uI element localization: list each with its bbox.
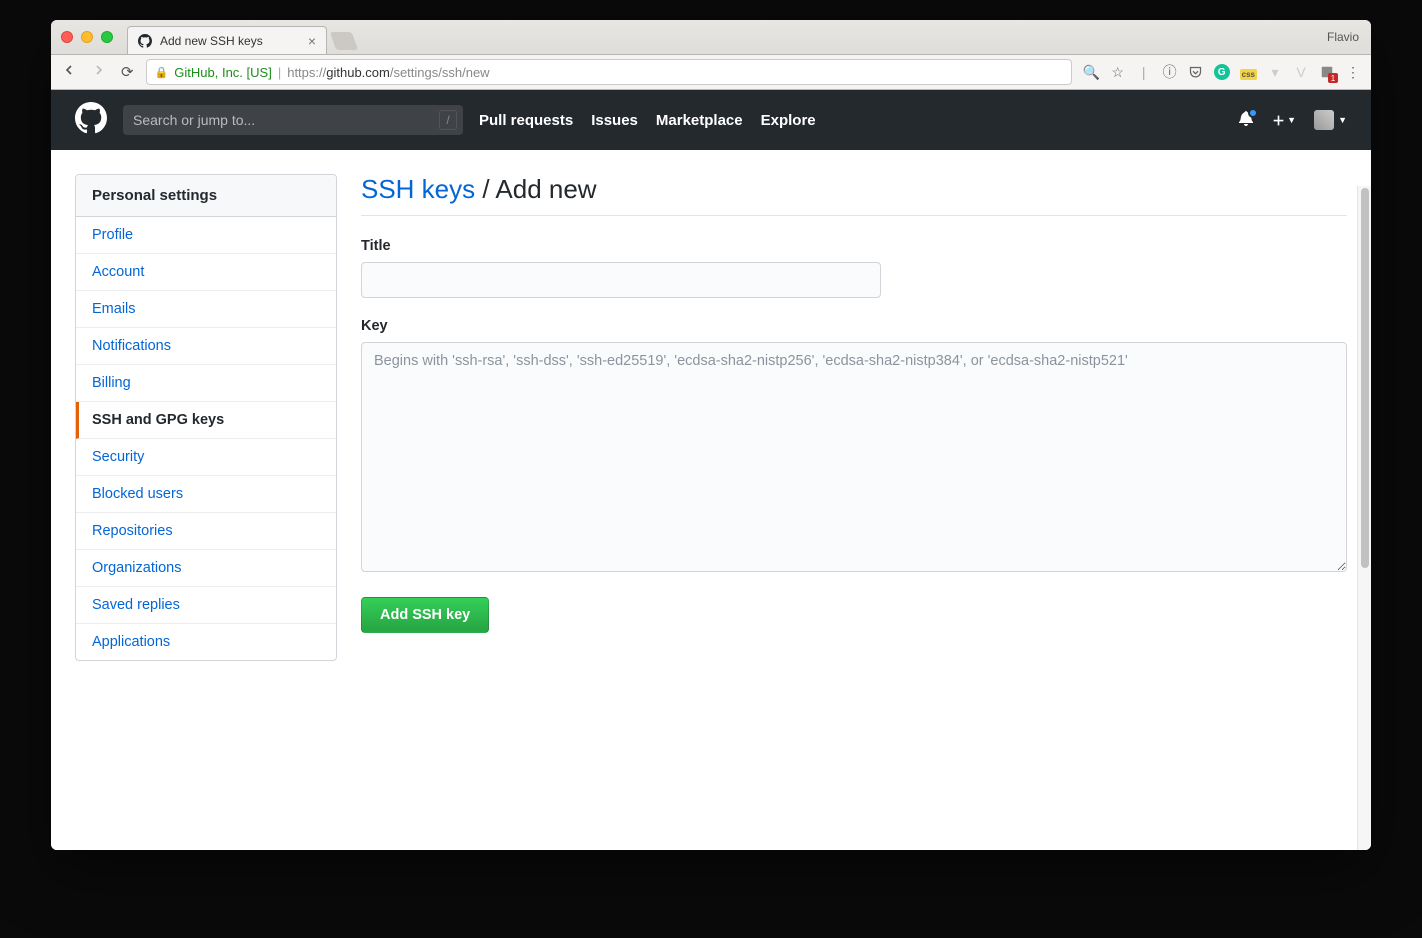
url-organization: GitHub, Inc. [US] bbox=[174, 65, 272, 80]
user-avatar-menu[interactable]: ▼ bbox=[1314, 110, 1347, 130]
add-ssh-key-button[interactable]: Add SSH key bbox=[361, 597, 489, 633]
breadcrumb-separator: / bbox=[475, 174, 495, 204]
scrollbar-thumb[interactable] bbox=[1361, 188, 1369, 568]
sidebar-item-account[interactable]: Account bbox=[76, 254, 336, 291]
nav-marketplace[interactable]: Marketplace bbox=[656, 112, 743, 129]
browser-menu-icon[interactable]: ⋮ bbox=[1345, 64, 1361, 80]
breadcrumb-current: Add new bbox=[495, 174, 596, 204]
sidebar-item-security[interactable]: Security bbox=[76, 439, 336, 476]
tab-title: Add new SSH keys bbox=[160, 34, 263, 48]
create-new-dropdown[interactable]: ▼ bbox=[1272, 114, 1296, 127]
sidebar-item-organizations[interactable]: Organizations bbox=[76, 550, 336, 587]
window-traffic-lights bbox=[61, 31, 113, 43]
nav-explore[interactable]: Explore bbox=[761, 112, 816, 129]
title-label: Title bbox=[361, 238, 1347, 254]
vue-extension-icon[interactable]: V bbox=[1293, 64, 1309, 80]
github-logo[interactable] bbox=[75, 102, 107, 139]
sidebar-item-profile[interactable]: Profile bbox=[76, 217, 336, 254]
sidebar-item-emails[interactable]: Emails bbox=[76, 291, 336, 328]
global-search-input[interactable]: Search or jump to... / bbox=[123, 105, 463, 135]
sidebar-item-saved-replies[interactable]: Saved replies bbox=[76, 587, 336, 624]
search-shortcut-hint: / bbox=[439, 110, 457, 130]
notifications-bell-icon[interactable] bbox=[1238, 110, 1254, 131]
sidebar-heading: Personal settings bbox=[76, 175, 336, 217]
grammarly-icon[interactable]: G bbox=[1214, 64, 1230, 80]
github-favicon bbox=[138, 34, 152, 48]
sidebar-item-blocked-users[interactable]: Blocked users bbox=[76, 476, 336, 513]
github-header: Search or jump to... / Pull requests Iss… bbox=[51, 90, 1371, 150]
extension-icon[interactable]: ▾ bbox=[1267, 64, 1283, 80]
notification-dot bbox=[1248, 108, 1258, 118]
breadcrumb-ssh-keys-link[interactable]: SSH keys bbox=[361, 174, 475, 204]
tab-close-icon[interactable]: × bbox=[308, 33, 316, 49]
key-textarea[interactable] bbox=[361, 342, 1347, 572]
window-minimize-button[interactable] bbox=[81, 31, 93, 43]
window-zoom-button[interactable] bbox=[101, 31, 113, 43]
settings-sidebar: Personal settings Profile Account Emails… bbox=[75, 174, 337, 661]
key-label: Key bbox=[361, 318, 1347, 334]
lock-icon: 🔒 bbox=[155, 66, 169, 79]
nav-pull-requests[interactable]: Pull requests bbox=[479, 112, 573, 129]
sidebar-item-notifications[interactable]: Notifications bbox=[76, 328, 336, 365]
reload-button[interactable]: ⟳ bbox=[121, 63, 134, 81]
extension-badge-icon[interactable]: 1 bbox=[1319, 64, 1335, 80]
address-bar[interactable]: 🔒 GitHub, Inc. [US] | https://github.com… bbox=[146, 59, 1072, 85]
bookmark-star-icon[interactable]: ☆ bbox=[1110, 64, 1126, 80]
new-tab-button[interactable] bbox=[330, 32, 359, 50]
nav-forward-button bbox=[91, 62, 107, 83]
sidebar-item-ssh-gpg-keys[interactable]: SSH and GPG keys bbox=[76, 402, 336, 439]
sidebar-item-billing[interactable]: Billing bbox=[76, 365, 336, 402]
nav-back-button[interactable] bbox=[61, 62, 77, 83]
css-extension-icon[interactable]: css bbox=[1240, 64, 1257, 80]
window-close-button[interactable] bbox=[61, 31, 73, 43]
zoom-icon[interactable]: 🔍 bbox=[1084, 64, 1100, 80]
user-avatar bbox=[1314, 110, 1334, 130]
browser-tab[interactable]: Add new SSH keys × bbox=[127, 26, 327, 54]
title-input[interactable] bbox=[361, 262, 881, 298]
scrollbar-track[interactable] bbox=[1357, 186, 1371, 850]
pocket-icon[interactable] bbox=[1188, 64, 1204, 80]
browser-chrome: Add new SSH keys × Flavio ⟳ 🔒 GitHub, In… bbox=[51, 20, 1371, 90]
info-icon[interactable]: ⓘ bbox=[1162, 64, 1178, 80]
browser-profile-name[interactable]: Flavio bbox=[1327, 30, 1359, 44]
nav-issues[interactable]: Issues bbox=[591, 112, 638, 129]
sidebar-item-repositories[interactable]: Repositories bbox=[76, 513, 336, 550]
page-header: SSH keys / Add new bbox=[361, 174, 1347, 216]
sidebar-item-applications[interactable]: Applications bbox=[76, 624, 336, 660]
